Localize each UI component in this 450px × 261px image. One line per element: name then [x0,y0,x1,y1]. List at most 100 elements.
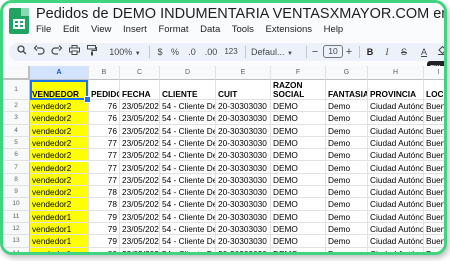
table-cell[interactable]: 23/05/2025 [120,210,160,223]
table-cell[interactable]: 78 [89,198,120,211]
table-cell[interactable]: 76 [89,124,120,137]
italic-button[interactable]: I [382,45,392,59]
table-cell[interactable]: DEMO [271,210,326,223]
menu-help[interactable]: Help [324,24,344,35]
table-cell[interactable]: 77 [89,136,120,150]
table-cell[interactable]: DEMO [271,235,326,248]
row-header[interactable]: 3 [3,112,30,125]
table-cell[interactable]: DEMO [271,149,326,162]
table-cell[interactable]: Ciudad Autónom [368,149,424,162]
table-cell[interactable]: 23/05/2025 [120,149,160,162]
document-title[interactable]: Pedidos de DEMO INDUMENTARIA VENTASXMAYO… [36,6,444,22]
print-icon[interactable] [67,45,81,59]
table-cell[interactable]: 20-30303030 [216,136,271,150]
table-cell[interactable]: vendedor1 [30,247,89,252]
table-cell[interactable]: Demo [326,186,368,199]
search-menus-icon[interactable] [15,45,29,59]
row-header[interactable]: 6 [3,149,30,162]
row-header[interactable]: 11 [3,210,30,223]
table-cell[interactable]: 20-30303030 [216,149,271,162]
table-cell[interactable]: Ciudad Autónom [368,235,424,248]
table-cell[interactable]: 23/05/2025 [120,173,160,187]
table-cell[interactable]: 76 [89,100,120,113]
table-cell[interactable]: Ciudad Autónom [368,186,424,199]
table-cell[interactable]: 80 [89,247,120,252]
column-header-b[interactable]: B [89,66,120,80]
fill-handle[interactable] [84,96,91,103]
table-cell[interactable]: 77 [89,149,120,162]
header-cell[interactable]: LOC [424,80,444,100]
table-cell[interactable]: DEMO [271,124,326,137]
menu-extensions[interactable]: Extensions [266,24,312,35]
table-cell[interactable]: 23/05/2025 [120,136,160,150]
header-cell[interactable]: RAZON SOCIAL [271,80,326,100]
percent-format-button[interactable]: % [169,45,181,59]
header-cell[interactable]: PEDIDO [89,80,120,100]
currency-format-button[interactable]: $ [154,45,166,59]
table-cell[interactable]: 77 [89,161,120,174]
table-cell[interactable]: 20-30303030 [216,161,271,174]
table-cell[interactable]: 54 - Cliente Dem [160,124,216,137]
table-cell[interactable]: DEMO [271,223,326,236]
table-cell[interactable]: 54 - Cliente Dem [160,235,216,248]
table-cell[interactable]: Buen [424,235,444,248]
table-cell[interactable]: Demo [326,124,368,137]
text-color-button[interactable]: A [419,45,429,59]
table-cell[interactable]: Buen [424,162,444,174]
menu-format[interactable]: Format [158,24,188,35]
table-cell[interactable]: 54 - Cliente Dem [160,149,216,162]
table-cell[interactable]: 23/05/2025 [120,186,160,199]
table-cell[interactable]: DEMO [271,136,326,150]
table-cell[interactable]: 20-30303030 [216,173,271,187]
sheets-logo-icon[interactable] [9,8,29,34]
row-header[interactable]: 1 [3,80,30,100]
header-cell[interactable]: FANTASIA [326,80,368,100]
table-cell[interactable]: 20-30303030 [216,210,271,223]
table-cell[interactable]: vendedor2 [30,112,89,125]
table-cell[interactable]: vendedor2 [30,136,89,150]
redo-icon[interactable] [49,45,63,59]
table-cell[interactable]: 79 [89,223,120,236]
number-format-button[interactable]: 123 [223,45,239,59]
table-cell[interactable]: vendedor2 [30,124,89,137]
table-cell[interactable]: 54 - Cliente Dem [160,210,216,223]
header-cell[interactable]: CUIT [216,80,271,100]
table-cell[interactable]: Demo [326,210,368,223]
menu-view[interactable]: View [91,24,111,35]
header-cell[interactable]: FECHA [120,80,160,100]
table-cell[interactable]: 20-30303030 [216,223,271,236]
table-cell[interactable]: 54 - Cliente Dem [160,161,216,174]
fill-color-icon[interactable] [437,45,444,59]
table-cell[interactable]: Demo [326,100,368,113]
header-cell[interactable]: PROVINCIA [368,80,424,100]
increase-decimal-button[interactable]: .00 [202,45,220,59]
table-cell[interactable]: vendedor1 [30,235,89,248]
table-cell[interactable]: 20-30303030 [216,124,271,137]
table-cell[interactable]: Buen [424,198,444,211]
increase-font-size-button[interactable]: + [344,45,354,59]
table-cell[interactable]: Buen [424,137,444,150]
table-cell[interactable]: Demo [326,223,368,236]
row-header[interactable]: 8 [3,173,30,187]
table-cell[interactable]: 54 - Cliente Dem [160,223,216,236]
menu-edit[interactable]: Edit [63,24,79,35]
table-cell[interactable]: Buen [424,186,444,199]
table-cell[interactable]: 23/05/2025 [120,100,160,113]
row-header[interactable]: 9 [3,186,30,199]
row-header[interactable]: 7 [3,161,30,174]
table-cell[interactable]: Ciudad Autónom [368,198,424,211]
column-header-c[interactable]: C [120,66,160,80]
table-cell[interactable]: vendedor2 [30,100,89,113]
table-cell[interactable]: DEMO [271,161,326,174]
table-cell[interactable]: Demo [326,247,368,252]
table-cell[interactable]: Ciudad Autónom [368,161,424,174]
table-cell[interactable]: Demo [326,161,368,174]
table-cell[interactable]: Demo [326,136,368,150]
row-header[interactable]: 13 [3,235,30,248]
header-cell[interactable]: CLIENTE [160,80,216,100]
table-cell[interactable]: Ciudad Autónom [368,124,424,137]
table-cell[interactable]: 23/05/2025 [120,161,160,174]
table-cell[interactable]: Buen [424,112,444,125]
table-cell[interactable]: vendedor2 [30,198,89,211]
column-header-h[interactable]: H [368,66,424,80]
